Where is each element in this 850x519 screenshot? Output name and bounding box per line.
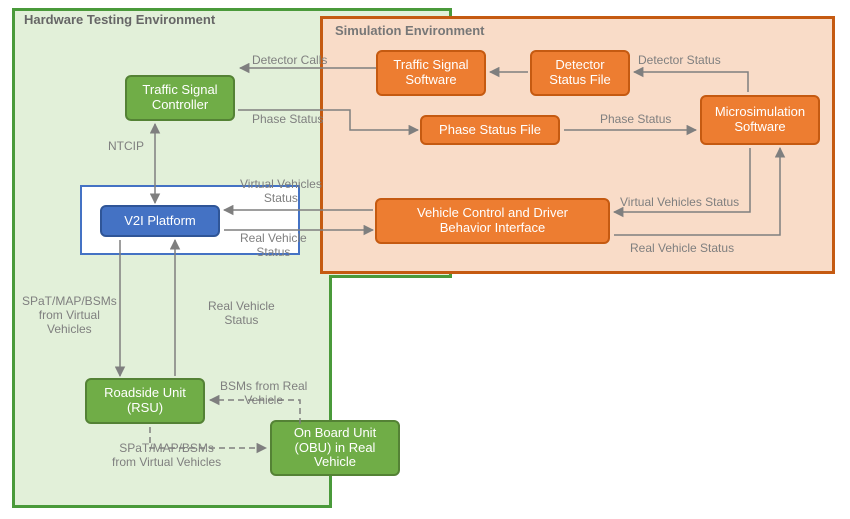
node-detf: Detector Status File	[530, 50, 630, 96]
node-tsc: Traffic Signal Controller	[125, 75, 235, 121]
node-rsu: Roadside Unit (RSU)	[85, 378, 205, 424]
cluster-hardware-title: Hardware Testing Environment	[22, 12, 217, 27]
diagram-canvas: Hardware Testing Environment Simulation …	[0, 0, 850, 519]
cluster-hardware-mask2	[15, 275, 329, 281]
node-microsim: Microsimulation Software	[700, 95, 820, 145]
node-obu: On Board Unit (OBU) in Real Vehicle	[270, 420, 400, 476]
node-psf: Phase Status File	[420, 115, 560, 145]
node-vcdbi: Vehicle Control and Driver Behavior Inte…	[375, 198, 610, 244]
node-tssw: Traffic Signal Software	[376, 50, 486, 96]
node-v2i: V2I Platform	[100, 205, 220, 237]
cluster-simulation-title: Simulation Environment	[333, 23, 487, 38]
